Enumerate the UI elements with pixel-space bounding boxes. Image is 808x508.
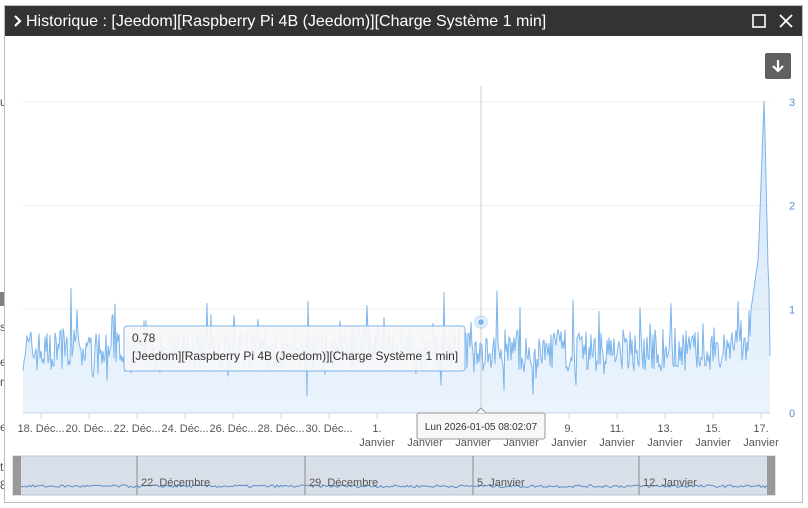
x-tick-label: 9. [564,423,573,435]
x-tick-label: 24. Déc... [161,423,208,435]
navigator-handle-left [13,456,21,495]
x-icon [779,14,793,28]
x-tick-label: 28. Déc... [257,423,304,435]
x-tick-label: Janvier [695,437,731,449]
navigator-label: 5. Janvier [477,477,525,489]
y-tick-label: 2 [789,201,795,213]
x-tick-label: 20. Déc... [65,423,112,435]
modal-titlebar[interactable]: Historique : [Jeedom][Raspberry Pi 4B (J… [5,6,802,36]
x-tick-label: Janvier [599,437,635,449]
background-text: t [0,460,4,474]
modal-title: Historique : [Jeedom][Raspberry Pi 4B (J… [26,13,547,30]
crosshair-date: Lun 2026-01-05 08:02:07 [425,422,538,433]
square-icon [752,14,766,28]
navigator-label: 29. Décembre [309,477,378,489]
close-button[interactable] [775,10,797,32]
navigator-handle-right [767,456,775,495]
history-modal: Historique : [Jeedom][Raspberry Pi 4B (J… [4,5,803,503]
x-tick-label: 18. Déc... [17,423,64,435]
x-tick-label: 26. Déc... [209,423,256,435]
x-tick-label: 11. [610,423,624,435]
y-tick-label: 0 [789,408,795,420]
x-tick-label: 1. [372,423,381,435]
chevron-right-icon [12,12,24,30]
navigator-label: 12. Janvier [643,477,697,489]
y-tick-label: 1 [789,304,795,316]
x-tick-label: Janvier [359,437,395,449]
history-chart[interactable]: 0 1 2 3 18. Déc... 20. Déc... 22. Déc... 24. D… [5,36,802,503]
x-tick-label: Janvier [743,437,779,449]
x-tick-label: Janvier [551,437,587,449]
x-tick-label: Janvier [647,437,683,449]
x-tick-label: 17. [753,423,768,435]
navigator-label: 22. Décembre [141,477,210,489]
tooltip-series: [Jeedom][Raspberry Pi 4B (Jeedom)][Charg… [132,349,458,363]
hover-point [477,318,485,327]
x-tick-label: 30. Déc... [305,423,352,435]
x-tick-label: 15. [705,423,720,435]
x-tick-label: 22. Déc... [113,423,160,435]
x-tick-label: 13. [657,423,672,435]
y-tick-label: 3 [789,97,795,109]
maximize-button[interactable] [748,10,770,32]
tooltip-value: 0.78 [132,331,156,345]
navigator-range [12,455,776,496]
